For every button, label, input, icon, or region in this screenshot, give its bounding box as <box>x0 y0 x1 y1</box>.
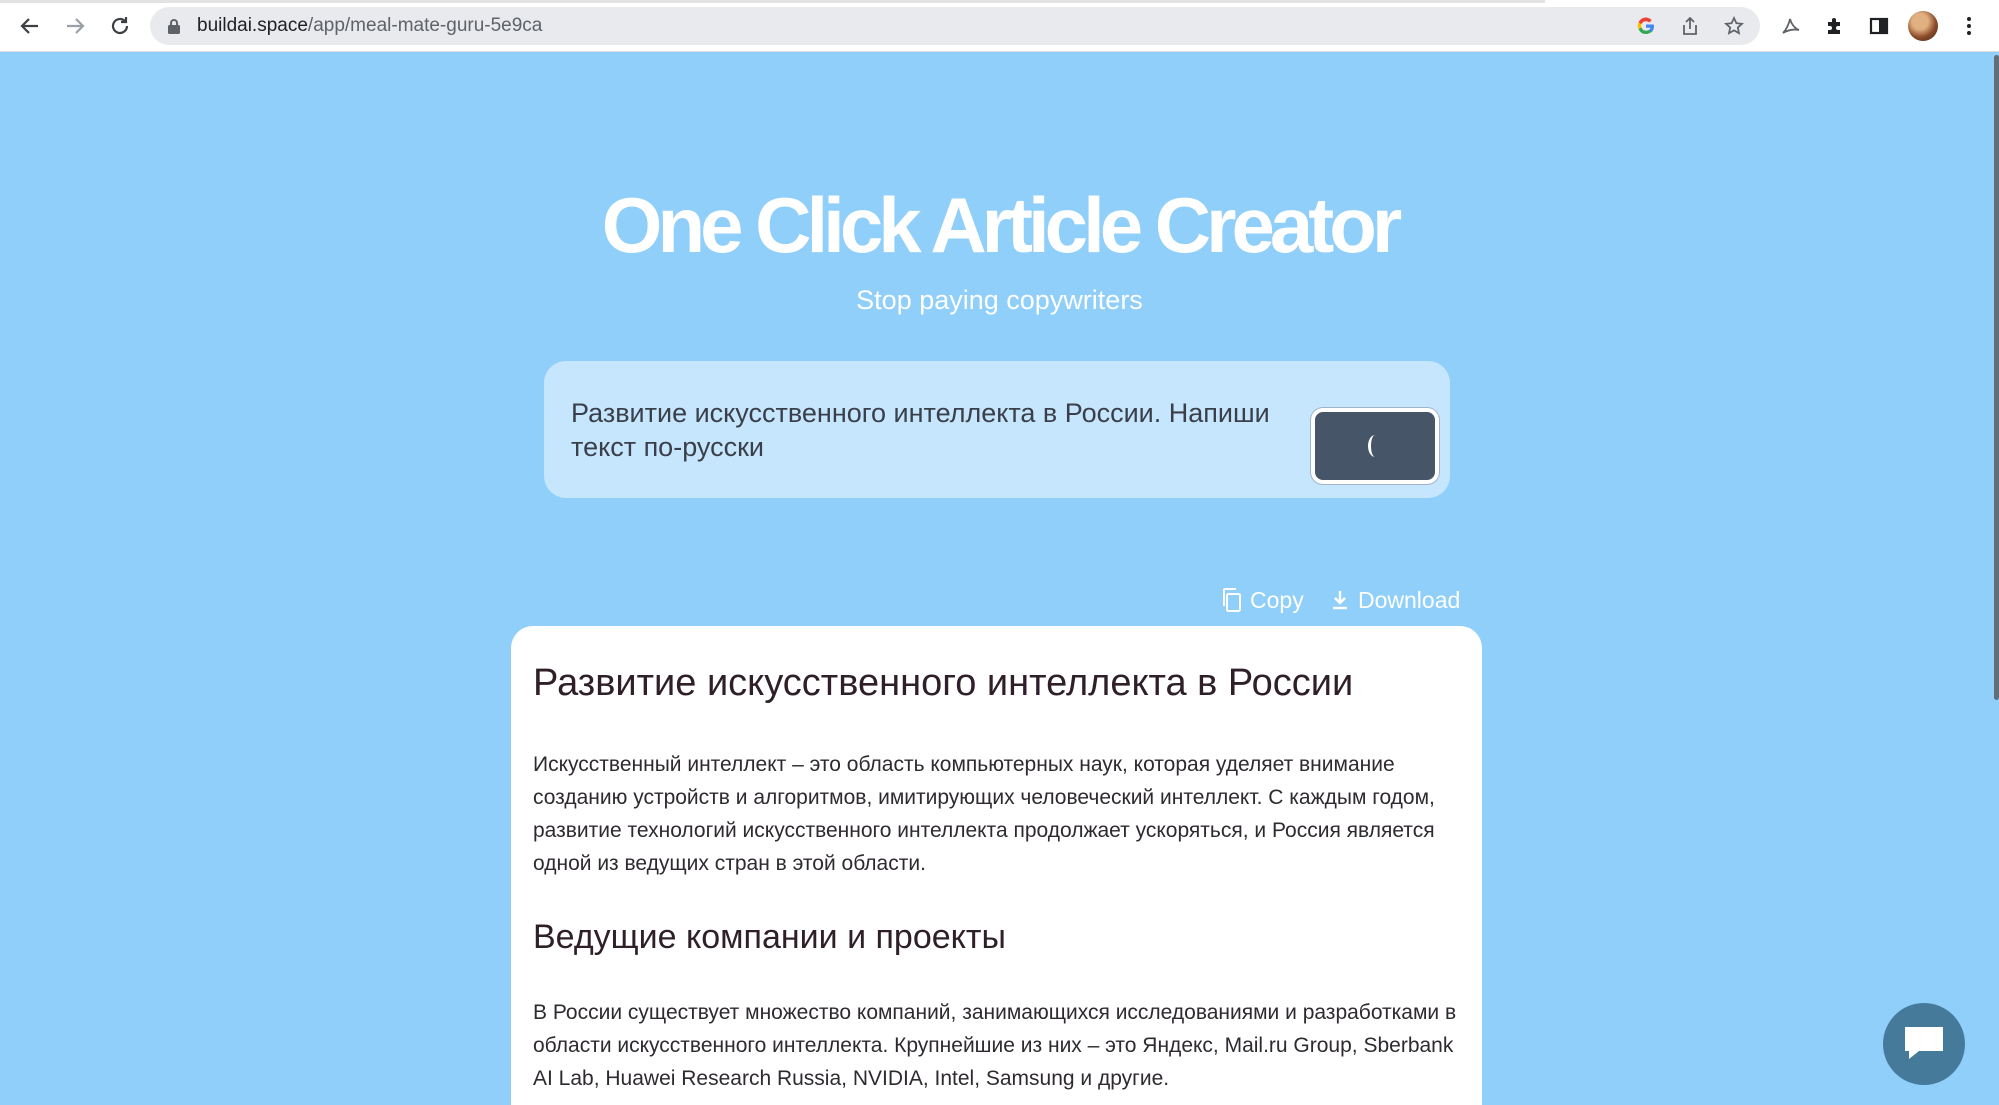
kebab-menu-icon[interactable] <box>1955 12 1983 40</box>
article-paragraph: В России существует множество компаний, … <box>533 1001 1457 1090</box>
puzzle-icon[interactable] <box>1821 12 1849 40</box>
google-icon[interactable] <box>1634 14 1658 38</box>
lock-icon <box>167 18 181 39</box>
share-icon[interactable] <box>1678 14 1702 38</box>
side-panel-icon[interactable] <box>1865 12 1893 40</box>
copy-icon <box>1220 587 1242 613</box>
prompt-input[interactable]: Развитие искусственного интеллекта в Рос… <box>571 396 1311 464</box>
download-icon <box>1330 588 1350 612</box>
page-scrollbar-thumb[interactable] <box>1994 55 1999 700</box>
chat-widget-button[interactable] <box>1883 1003 1965 1085</box>
acrobat-icon[interactable] <box>1777 12 1805 40</box>
article-paragraph: Искусственный интеллект – это область ко… <box>533 753 1435 875</box>
article-section-title: Ведущие компании и проекты <box>533 918 1006 956</box>
copy-label: Copy <box>1250 586 1304 613</box>
download-button[interactable]: Download <box>1330 585 1460 615</box>
url-text: buildai.space/app/meal-mate-guru-5e9ca <box>197 15 543 36</box>
chat-icon <box>1903 1023 1945 1066</box>
page-title: One Click Article Creator <box>601 181 1402 269</box>
forward-arrow-icon[interactable] <box>59 10 91 42</box>
star-icon[interactable] <box>1722 14 1746 38</box>
article-title: Развитие искусственного интеллекта в Рос… <box>533 662 1354 704</box>
profile-avatar[interactable] <box>1908 11 1938 41</box>
back-arrow-icon[interactable] <box>14 10 46 42</box>
loading-spinner-icon <box>1368 435 1382 457</box>
generate-button[interactable] <box>1311 408 1439 484</box>
browser-toolbar: buildai.space/app/meal-mate-guru-5e9ca <box>0 0 1999 52</box>
loading-bar <box>0 0 1545 3</box>
copy-button[interactable]: Copy <box>1220 585 1304 615</box>
download-label: Download <box>1358 586 1461 613</box>
reload-icon[interactable] <box>104 10 136 42</box>
prompt-card: Развитие искусственного интеллекта в Рос… <box>544 361 1450 498</box>
article-panel: Развитие искусственного интеллекта в Рос… <box>511 626 1482 1105</box>
address-bar[interactable]: buildai.space/app/meal-mate-guru-5e9ca <box>150 7 1760 45</box>
page-subtitle: Stop paying copywriters <box>856 285 1143 315</box>
